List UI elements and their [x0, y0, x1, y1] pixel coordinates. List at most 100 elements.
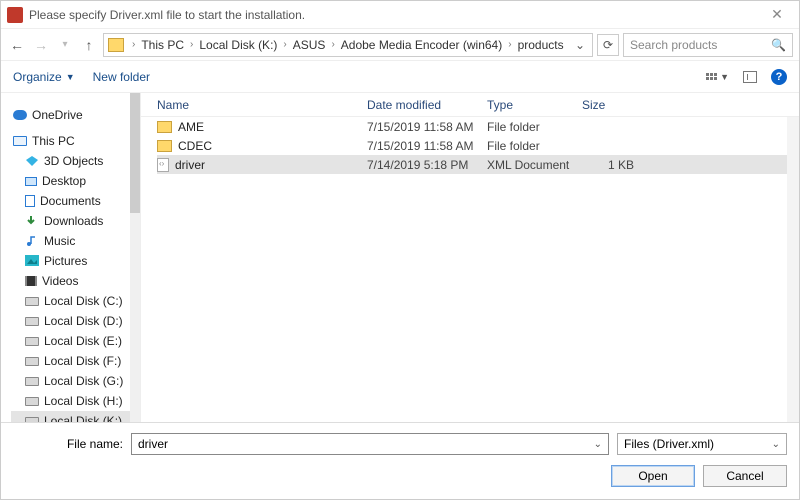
nav-label: 3D Objects — [44, 154, 103, 168]
back-button[interactable]: ← — [7, 35, 27, 55]
nav-drive-h[interactable]: Local Disk (H:) — [11, 391, 136, 411]
file-date: 7/15/2019 11:58 AM — [367, 139, 487, 153]
nav-downloads[interactable]: Downloads — [11, 211, 136, 231]
nav-thispc[interactable]: This PC — [11, 131, 136, 151]
nav-drive-d[interactable]: Local Disk (D:) — [11, 311, 136, 331]
up-button[interactable]: ↑ — [79, 35, 99, 55]
nav-label: Desktop — [42, 174, 86, 188]
file-list: AME 7/15/2019 11:58 AM File folder CDEC … — [141, 117, 799, 422]
chevron-right-icon: › — [506, 39, 513, 50]
col-size[interactable]: Size — [582, 98, 642, 112]
nav-drive-c[interactable]: Local Disk (C:) — [11, 291, 136, 311]
nav-drive-e[interactable]: Local Disk (E:) — [11, 331, 136, 351]
nav-desktop[interactable]: Desktop — [11, 171, 136, 191]
chevron-right-icon: › — [188, 39, 195, 50]
nav-label: Local Disk (H:) — [44, 394, 123, 408]
nav-drive-k[interactable]: Local Disk (K:) — [11, 411, 136, 422]
titlebar: Please specify Driver.xml file to start … — [1, 1, 799, 29]
drive-icon — [25, 377, 39, 386]
filename-input[interactable]: driver ⌄ — [131, 433, 609, 455]
file-name: driver — [175, 158, 205, 172]
filename-label: File name: — [13, 437, 123, 451]
nav-drive-g[interactable]: Local Disk (G:) — [11, 371, 136, 391]
forward-button[interactable]: → — [31, 35, 51, 55]
file-date: 7/15/2019 11:58 AM — [367, 120, 487, 134]
chevron-down-icon: ⌄ — [772, 439, 780, 450]
nav-scroll-thumb[interactable] — [130, 93, 140, 213]
organize-label: Organize — [13, 70, 62, 84]
nav-label: Local Disk (K:) — [44, 414, 122, 422]
file-open-dialog: Please specify Driver.xml file to start … — [0, 0, 800, 500]
col-name[interactable]: Name — [157, 98, 367, 112]
3d-objects-icon — [25, 155, 39, 167]
nav-pictures[interactable]: Pictures — [11, 251, 136, 271]
breadcrumb-item[interactable]: This PC — [139, 38, 186, 52]
file-type: XML Document — [487, 158, 582, 172]
downloads-icon — [25, 215, 39, 227]
file-list-pane: Name Date modified Type Size AME 7/15/20… — [141, 93, 799, 422]
desktop-icon — [25, 177, 37, 186]
col-date[interactable]: Date modified — [367, 98, 487, 112]
drive-icon — [25, 297, 39, 306]
nav-label: Downloads — [44, 214, 103, 228]
file-name: AME — [178, 120, 204, 134]
file-type: File folder — [487, 120, 582, 134]
xml-file-icon — [157, 158, 169, 172]
file-row[interactable]: AME 7/15/2019 11:58 AM File folder — [157, 117, 799, 136]
nav-music[interactable]: Music — [11, 231, 136, 251]
file-row-selected[interactable]: driver 7/14/2019 5:18 PM XML Document 1 … — [157, 155, 799, 174]
breadcrumb-item[interactable]: Adobe Media Encoder (win64) — [339, 38, 504, 52]
file-size: 1 KB — [582, 158, 642, 172]
new-folder-button[interactable]: New folder — [93, 70, 150, 84]
search-placeholder: Search products — [630, 38, 717, 52]
chevron-right-icon: › — [281, 39, 288, 50]
breadcrumb-bar[interactable]: › This PC › Local Disk (K:) › ASUS › Ado… — [103, 33, 593, 57]
window-title: Please specify Driver.xml file to start … — [29, 8, 761, 22]
videos-icon — [25, 276, 37, 286]
nav-label: Local Disk (F:) — [44, 354, 121, 368]
nav-3d-objects[interactable]: 3D Objects — [11, 151, 136, 171]
nav-videos[interactable]: Videos — [11, 271, 136, 291]
nav-label: Local Disk (D:) — [44, 314, 123, 328]
file-type-filter[interactable]: Files (Driver.xml) ⌄ — [617, 433, 787, 455]
file-type: File folder — [487, 139, 582, 153]
nav-onedrive[interactable]: OneDrive — [11, 105, 136, 125]
chevron-down-icon: ⌄ — [594, 439, 602, 450]
pc-icon — [13, 136, 27, 146]
footer: File name: driver ⌄ Files (Driver.xml) ⌄… — [1, 422, 799, 499]
search-input[interactable]: Search products 🔍 — [623, 33, 793, 57]
close-button[interactable]: ✕ — [761, 6, 793, 23]
file-row[interactable]: CDEC 7/15/2019 11:58 AM File folder — [157, 136, 799, 155]
filename-value: driver — [138, 437, 168, 451]
chevron-right-icon: › — [130, 39, 137, 50]
toolbar: Organize ▼ New folder ▼ ? — [1, 61, 799, 93]
drive-icon — [25, 397, 39, 406]
content-scrollbar[interactable] — [787, 117, 799, 422]
nav-documents[interactable]: Documents — [11, 191, 136, 211]
refresh-button[interactable]: ⟳ — [597, 34, 619, 56]
chevron-down-icon: ▼ — [720, 72, 729, 82]
breadcrumb-item[interactable]: ASUS — [291, 38, 328, 52]
drive-icon — [25, 337, 39, 346]
nav-label: This PC — [32, 134, 75, 148]
help-button[interactable]: ? — [771, 69, 787, 85]
breadcrumb-item[interactable]: products — [516, 38, 566, 52]
cancel-button[interactable]: Cancel — [703, 465, 787, 487]
nav-label: Music — [44, 234, 75, 248]
nav-label: Pictures — [44, 254, 87, 268]
organize-menu[interactable]: Organize ▼ — [13, 70, 75, 84]
view-mode-button[interactable]: ▼ — [706, 72, 729, 82]
col-type[interactable]: Type — [487, 98, 582, 112]
open-button[interactable]: Open — [611, 465, 695, 487]
music-icon — [25, 235, 39, 247]
recent-dropdown[interactable]: ▾ — [55, 35, 75, 55]
nav-drive-f[interactable]: Local Disk (F:) — [11, 351, 136, 371]
preview-pane-button[interactable] — [743, 71, 757, 83]
filter-label: Files (Driver.xml) — [624, 437, 714, 451]
breadcrumb-item[interactable]: Local Disk (K:) — [197, 38, 279, 52]
column-headers: Name Date modified Type Size — [141, 93, 799, 117]
nav-label: Local Disk (E:) — [44, 334, 122, 348]
file-name: CDEC — [178, 139, 212, 153]
pictures-icon — [25, 255, 39, 267]
breadcrumb-dropdown[interactable]: ⌄ — [572, 38, 588, 52]
